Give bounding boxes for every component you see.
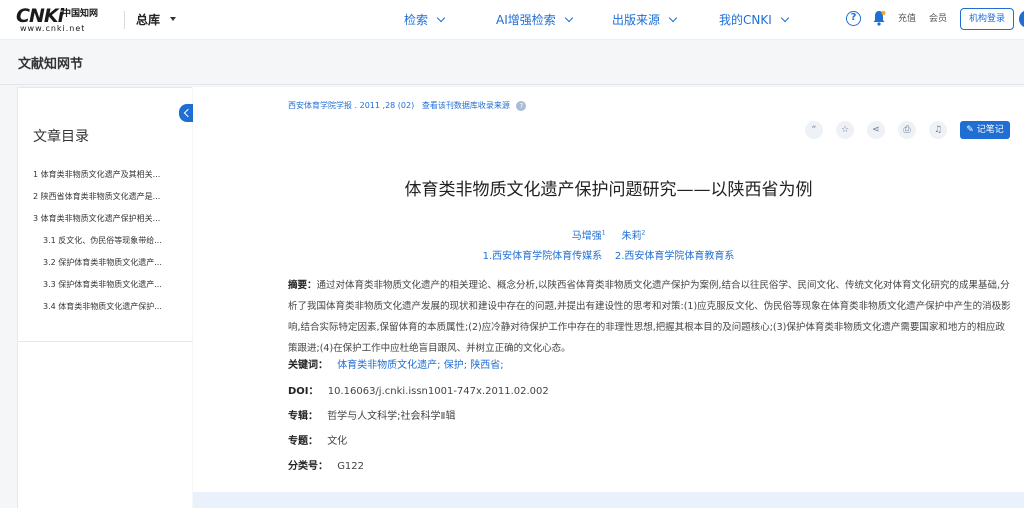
toc-subitem[interactable]: 3.3 保护体育类非物质文化遗产... — [33, 280, 193, 302]
database-source-link[interactable]: 查看该刊数据库收录来源 — [422, 101, 510, 110]
cnki-logo[interactable]: CNKi 中国知网 www.cnki.net — [16, 5, 116, 34]
library-selector[interactable]: 总库 — [136, 11, 160, 29]
quote-icon[interactable]: “ — [805, 121, 823, 139]
doi-row: DOI： 10.16063/j.cnki.issn1001-747x.2011.… — [288, 385, 549, 399]
toc-subitem[interactable]: 3.4 体育类非物质文化遗产保护... — [33, 302, 193, 324]
nav-publication-source-label: 出版来源 — [612, 13, 661, 27]
doi-label: DOI： — [288, 386, 319, 397]
sidebar-divider — [18, 341, 193, 342]
author-name: 朱莉 — [621, 231, 642, 243]
topic-label: 专题： — [288, 436, 318, 447]
table-of-contents-panel: 文章目录 1 体育类非物质文化遗产及其相关... 2 陕西省体育类非物质文化遗产… — [17, 87, 193, 508]
nav-search-label: 检索 — [404, 13, 429, 27]
bottom-section-band — [193, 492, 1024, 508]
print-icon[interactable]: ⎙ — [898, 121, 916, 139]
help-icon[interactable]: ? — [846, 11, 861, 26]
take-note-button[interactable]: ✎ 记笔记 — [960, 121, 1010, 139]
article-detail-panel: 西安体育学院学报 . 2011 ,28 (02) 查看该刊数据库收录来源 ? “… — [193, 87, 1024, 492]
toc-list: 1 体育类非物质文化遗产及其相关... 2 陕西省体育类非物质文化遗产是... … — [33, 170, 193, 324]
author-link[interactable]: 朱莉2 — [621, 230, 646, 243]
page-title: 文献知网节 — [18, 57, 84, 72]
recharge-link[interactable]: 充值 — [898, 12, 916, 26]
pencil-icon: ✎ — [966, 125, 977, 135]
logo-divider — [124, 11, 125, 29]
toc-item[interactable]: 1 体育类非物质文化遗产及其相关... — [33, 170, 193, 192]
chevron-down-icon — [780, 13, 790, 23]
take-note-label: 记笔记 — [976, 125, 1004, 135]
logo-url-text: www.cnki.net — [20, 24, 86, 33]
share-icon[interactable]: ⋖ — [867, 121, 885, 139]
toc-item[interactable]: 2 陕西省体育类非物质文化遗产是... — [33, 192, 193, 214]
classification-value: G122 — [337, 461, 365, 472]
nav-my-cnki-label: 我的CNKI — [719, 13, 772, 27]
classification-row: 分类号： G122 — [288, 460, 364, 474]
author-name: 马增强 — [571, 231, 602, 243]
nav-my-cnki[interactable]: 我的CNKI — [719, 11, 790, 29]
classification-label: 分类号： — [288, 461, 328, 472]
keyword-link[interactable]: 体育类非物质文化遗产; — [337, 360, 440, 371]
doi-value: 10.16063/j.cnki.issn1001-747x.2011.02.00… — [327, 386, 549, 397]
series-row: 专辑： 哲学与人文科学;社会科学Ⅱ辑 — [288, 410, 455, 424]
nav-publication-source[interactable]: 出版来源 — [612, 11, 678, 29]
toc-title: 文章目录 — [33, 129, 89, 145]
abstract-label: 摘要： — [288, 280, 317, 291]
keyword-link[interactable]: 陕西省; — [470, 360, 503, 371]
author-sup: 1 — [601, 230, 606, 237]
series-value: 哲学与人文科学;社会科学Ⅱ辑 — [327, 411, 456, 422]
topic-row: 专题： 文化 — [288, 435, 347, 449]
source-line: 西安体育学院学报 . 2011 ,28 (02) 查看该刊数据库收录来源 ? — [288, 101, 527, 111]
chevron-down-icon — [436, 13, 446, 23]
toc-item[interactable]: 3 体育类非物质文化遗产保护相关... — [33, 214, 193, 236]
caret-down-icon[interactable] — [170, 17, 176, 21]
author-list: 马增强1 朱莉2 — [193, 227, 1024, 243]
bell-icon[interactable] — [872, 10, 886, 26]
logo-mark: CNKi — [16, 5, 64, 27]
collapse-sidebar-icon[interactable] — [179, 104, 194, 122]
chevron-down-icon — [668, 13, 678, 23]
keywords-label: 关键词： — [288, 360, 328, 371]
keywords-row: 关键词： 体育类非物质文化遗产; 保护; 陕西省; — [288, 359, 504, 373]
favorite-star-icon[interactable]: ☆ — [836, 121, 854, 139]
toc-subitem[interactable]: 3.2 保护体育类非物质文化遗产... — [33, 258, 193, 280]
chevron-down-icon — [564, 13, 573, 23]
toc-subitem[interactable]: 3.1 反文化、伪民俗等现象带给... — [33, 236, 193, 258]
institution-login-button[interactable]: 机构登录 — [960, 8, 1014, 30]
nav-ai-search[interactable]: AI增强检索 — [496, 11, 573, 29]
abstract: 摘要：通过对体育类非物质文化遗产的相关理论、概念分析,以陕西省体育类非物质文化遗… — [288, 275, 1011, 359]
nav-search[interactable]: 检索 — [404, 11, 446, 29]
journal-source-link[interactable]: 西安体育学院学报 . 2011 ,28 (02) — [288, 101, 414, 110]
nav-ai-search-label: AI增强检索 — [496, 13, 556, 27]
topic-value: 文化 — [327, 436, 348, 447]
logo-chinese-text: 中国知网 — [62, 9, 99, 19]
top-navigation-bar: CNKi 中国知网 www.cnki.net 总库 检索 AI增强检索 出版来源… — [0, 0, 1024, 40]
notification-bell-icon[interactable]: ♫ — [929, 121, 947, 139]
avatar[interactable] — [1019, 10, 1024, 28]
keyword-link[interactable]: 保护; — [444, 360, 467, 371]
author-link[interactable]: 马增强1 — [571, 230, 606, 243]
question-icon[interactable]: ? — [516, 101, 527, 111]
abstract-text: 通过对体育类非物质文化遗产的相关理论、概念分析,以陕西省体育类非物质文化遗产保护… — [288, 280, 1011, 354]
series-label: 专辑： — [288, 411, 318, 422]
section-divider — [0, 84, 1024, 85]
affiliations[interactable]: 1.西安体育学院体育传媒系 2.西安体育学院体育教育系 — [193, 250, 1024, 263]
author-sup: 2 — [641, 230, 646, 237]
member-link[interactable]: 会员 — [929, 12, 947, 26]
article-title: 体育类非物质文化遗产保护问题研究——以陕西省为例 — [404, 180, 813, 200]
